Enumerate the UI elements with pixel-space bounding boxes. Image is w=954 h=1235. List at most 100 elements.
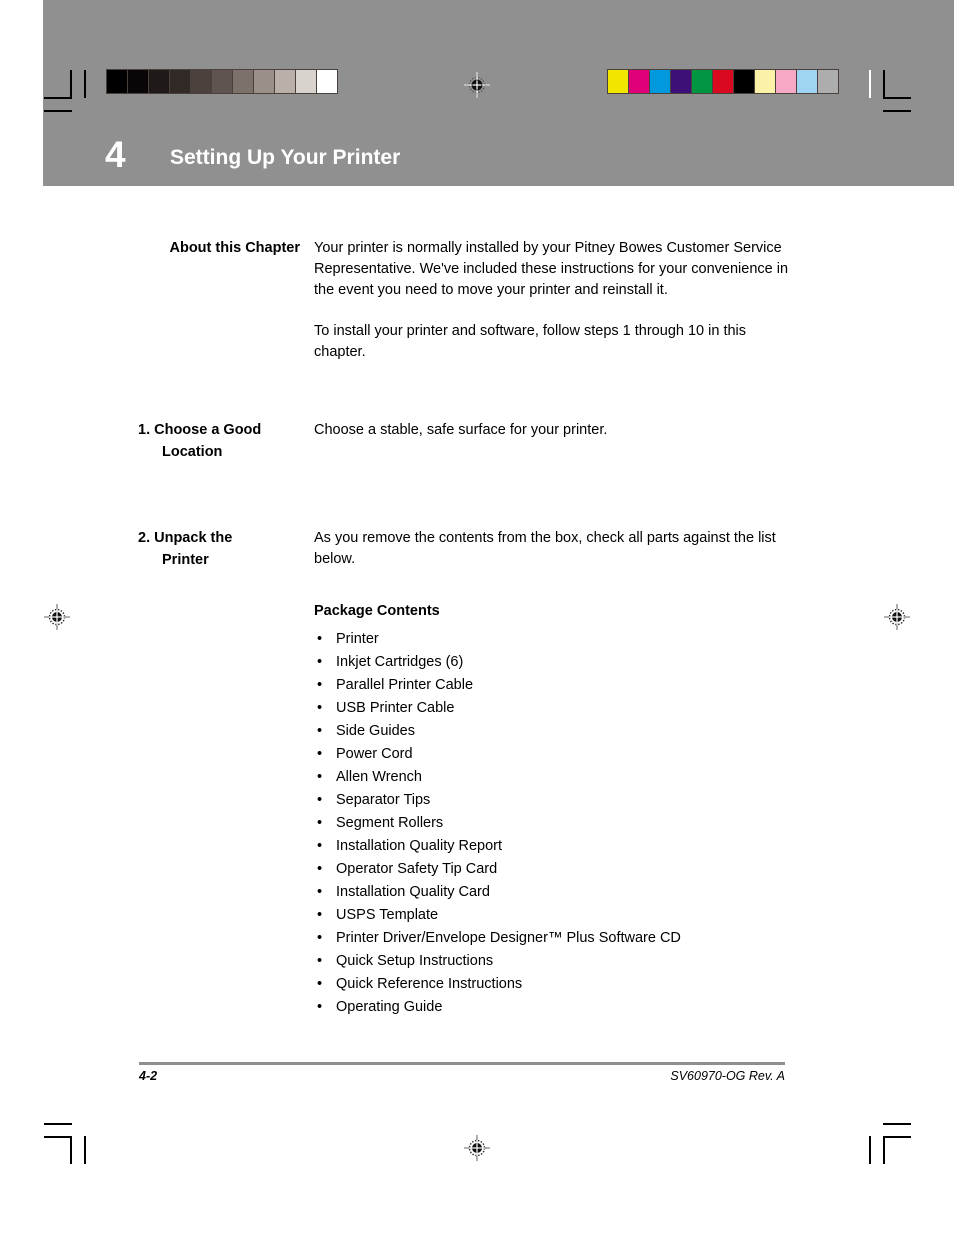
package-list-item: • Operator Safety Tip Card xyxy=(314,858,681,881)
footer-divider xyxy=(139,1062,785,1065)
section-heading-line2: Printer xyxy=(162,551,209,568)
package-list-item-label: Side Guides xyxy=(336,723,415,739)
crop-mark-bottom-left-horizontal-outer xyxy=(44,1123,72,1125)
section-heading-line1: Choose a Good xyxy=(154,422,262,438)
bullet-icon: • xyxy=(317,792,323,808)
grayscale-swatch-8 xyxy=(274,69,296,94)
section-number: 1. xyxy=(138,422,151,438)
package-list-item-label: Quick Setup Instructions xyxy=(336,953,494,969)
section-body-about: Your printer is normally installed by yo… xyxy=(314,238,794,363)
bullet-icon: • xyxy=(317,884,323,900)
package-list-item-label: Operating Guide xyxy=(336,999,443,1015)
package-list-item-label: Operator Safety Tip Card xyxy=(336,861,498,877)
package-list-item-label: Installation Quality Card xyxy=(336,884,490,900)
color-swatch-6 xyxy=(733,69,755,94)
color-swatch-9 xyxy=(796,69,818,94)
bullet-icon: • xyxy=(317,838,323,854)
crop-mark-top-left-horizontal-outer xyxy=(44,110,72,112)
bullet-icon: • xyxy=(317,654,323,670)
package-list-item-label: Power Cord xyxy=(336,746,413,762)
crop-mark-top-left-vertical-outer xyxy=(84,70,86,98)
bullet-icon: • xyxy=(317,815,323,831)
crop-mark-top-right-vertical-inner xyxy=(883,70,885,98)
package-list-item: • USPS Template xyxy=(314,904,681,927)
package-list-item: • Segment Rollers xyxy=(314,812,681,835)
package-list-item-label: Allen Wrench xyxy=(336,769,422,785)
bullet-icon: • xyxy=(317,999,323,1015)
package-list-item-label: Printer xyxy=(336,631,379,647)
package-list-item-label: Separator Tips xyxy=(336,792,431,808)
grayscale-calibration-swatches xyxy=(106,69,338,94)
grayscale-swatch-2 xyxy=(148,69,170,94)
bullet-icon: • xyxy=(317,930,323,946)
color-swatch-2 xyxy=(649,69,671,94)
crop-mark-top-left-horizontal-inner xyxy=(44,97,72,99)
bullet-icon: • xyxy=(317,723,323,739)
section-body-choose-location: Choose a stable, safe surface for your p… xyxy=(314,420,794,441)
bullet-icon: • xyxy=(317,700,323,716)
package-list-item: • Installation Quality Report xyxy=(314,835,681,858)
grayscale-swatch-0 xyxy=(106,69,128,94)
color-swatch-1 xyxy=(628,69,650,94)
bullet-icon: • xyxy=(317,746,323,762)
paragraph: Your printer is normally installed by yo… xyxy=(314,240,789,298)
package-list-item-label: Installation Quality Report xyxy=(336,838,503,854)
grayscale-swatch-3 xyxy=(169,69,191,94)
section-body-unpack-printer: As you remove the contents from the box,… xyxy=(314,528,794,570)
color-calibration-swatches xyxy=(607,69,839,94)
package-list-item: • Allen Wrench xyxy=(314,766,681,789)
bullet-icon: • xyxy=(317,953,323,969)
crop-mark-top-right-horizontal-inner xyxy=(883,97,911,99)
package-list-item-label: Inkjet Cartridges (6) xyxy=(336,654,464,670)
bullet-icon: • xyxy=(317,976,323,992)
registration-target-bottom xyxy=(464,1135,490,1161)
color-swatch-0 xyxy=(607,69,629,94)
grayscale-swatch-5 xyxy=(211,69,233,94)
package-list-item: • Inkjet Cartridges (6) xyxy=(314,651,681,674)
section-heading-line2: Location xyxy=(162,443,223,460)
color-swatch-5 xyxy=(712,69,734,94)
crop-mark-bottom-right-vertical-inner xyxy=(883,1136,885,1164)
package-list-item: • Quick Setup Instructions xyxy=(314,950,681,973)
grayscale-swatch-7 xyxy=(253,69,275,94)
color-swatch-4 xyxy=(691,69,713,94)
section-heading-choose-location: 1. Choose a Good Location xyxy=(138,420,313,463)
grayscale-swatch-4 xyxy=(190,69,212,94)
package-list-item-label: Printer Driver/Envelope Designer™ Plus S… xyxy=(336,930,681,946)
package-list-item: • Quick Reference Instructions xyxy=(314,973,681,996)
grayscale-swatch-6 xyxy=(232,69,254,94)
crop-mark-bottom-left-horizontal-inner xyxy=(44,1136,72,1138)
paragraph: Choose a stable, safe surface for your p… xyxy=(314,422,608,438)
grayscale-swatch-1 xyxy=(127,69,149,94)
footer-doc-code: SV60970-OG Rev. A xyxy=(670,1069,785,1083)
registration-target-right xyxy=(884,604,910,630)
bullet-icon: • xyxy=(317,769,323,785)
bullet-icon: • xyxy=(317,907,323,923)
package-list-item: • Operating Guide xyxy=(314,996,681,1019)
crop-mark-bottom-right-horizontal-outer xyxy=(883,1123,911,1125)
paragraph: To install your printer and software, fo… xyxy=(314,323,747,360)
package-list-item: • Printer Driver/Envelope Designer™ Plus … xyxy=(314,927,681,950)
package-list-item: • USB Printer Cable xyxy=(314,697,681,720)
crop-mark-bottom-left-vertical-inner xyxy=(70,1136,72,1164)
crop-mark-bottom-right-vertical-outer xyxy=(869,1136,871,1164)
section-number: 2. xyxy=(138,530,151,546)
package-list-item: • Printer xyxy=(314,628,681,651)
color-swatch-7 xyxy=(754,69,776,94)
registration-target-left xyxy=(44,604,70,630)
package-list-item: • Side Guides xyxy=(314,720,681,743)
grayscale-swatch-10 xyxy=(316,69,338,94)
package-list-item-label: Segment Rollers xyxy=(336,815,444,831)
section-heading-line1: Unpack the xyxy=(154,530,233,546)
crop-mark-bottom-left-vertical-outer xyxy=(84,1136,86,1164)
registration-target-top xyxy=(464,72,490,98)
document-page: 4 Setting Up Your Printer About this Cha… xyxy=(0,0,954,1235)
bullet-icon: • xyxy=(317,861,323,877)
package-list-item: • Separator Tips xyxy=(314,789,681,812)
package-contents-title: Package Contents xyxy=(314,603,440,619)
section-heading-about: About this Chapter xyxy=(169,240,301,256)
paragraph: As you remove the contents from the box,… xyxy=(314,530,776,567)
package-list-item: • Installation Quality Card xyxy=(314,881,681,904)
section-heading-unpack-printer: 2. Unpack the Printer xyxy=(138,528,313,571)
color-swatch-8 xyxy=(775,69,797,94)
